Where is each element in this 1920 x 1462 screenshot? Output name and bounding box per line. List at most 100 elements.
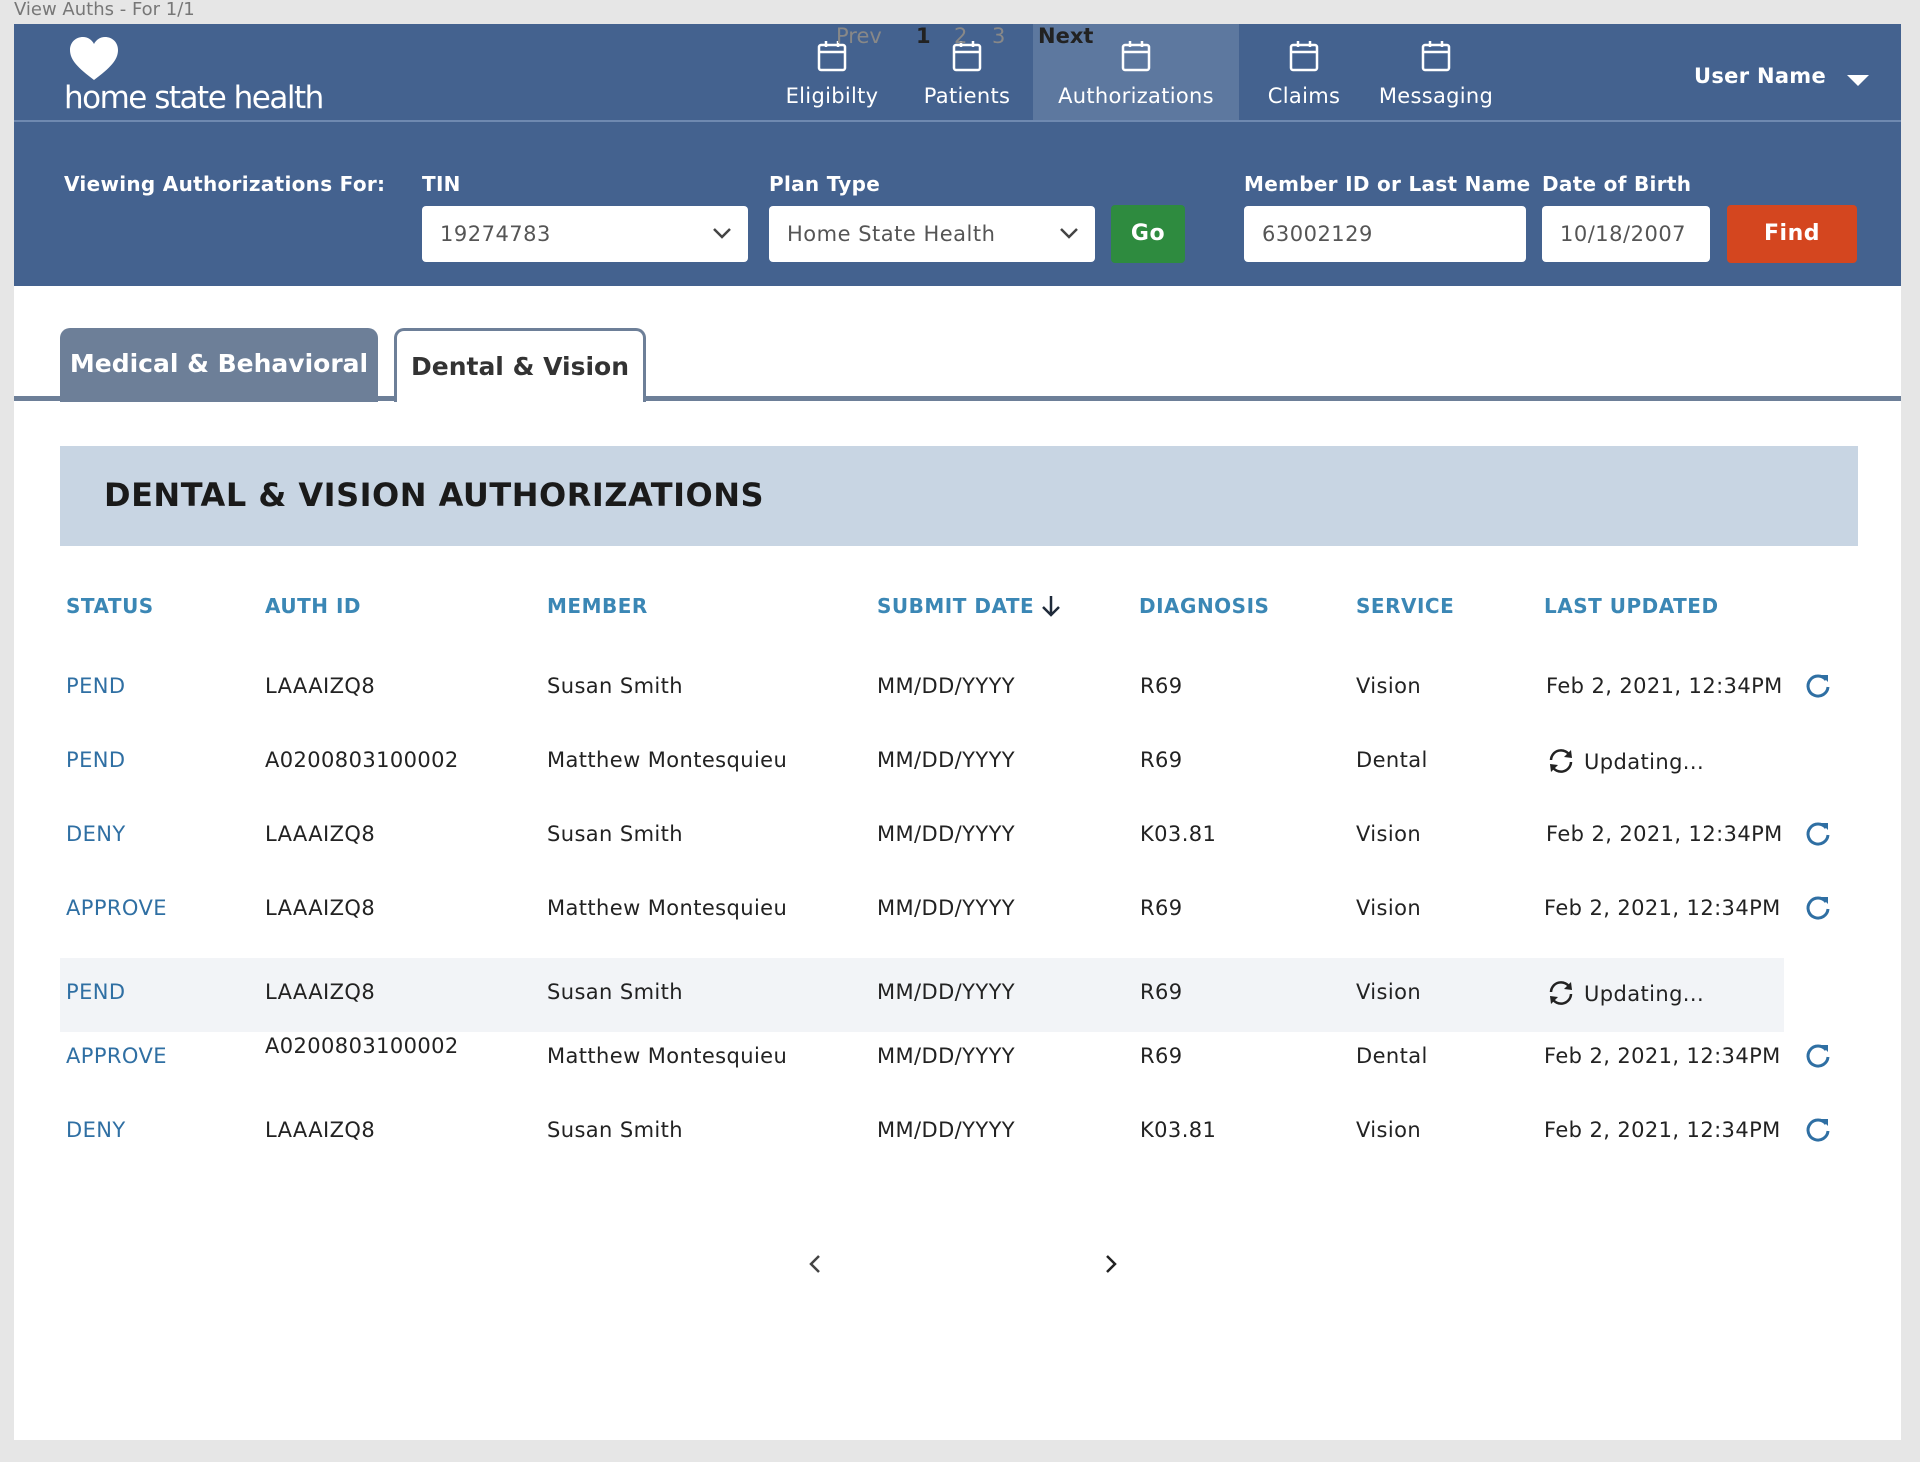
section-title: DENTAL & VISION AUTHORIZATIONS xyxy=(104,476,765,514)
prev-page-link[interactable]: Prev xyxy=(836,24,882,48)
service-cell: Vision xyxy=(1356,674,1422,698)
calendar-icon xyxy=(1421,41,1451,72)
nav-label: Eligibilty xyxy=(785,84,879,108)
column-header-diagnosis[interactable]: DIAGNOSIS xyxy=(1139,594,1269,618)
plan-type-value: Home State Health xyxy=(787,222,996,246)
syncing-icon xyxy=(1549,749,1573,773)
chevron-right-icon[interactable] xyxy=(1104,1254,1118,1274)
last-updated-cell: Feb 2, 2021, 12:34PM xyxy=(1544,896,1781,920)
tab-dental-vision[interactable]: Dental & Vision xyxy=(394,328,646,402)
member-cell: Matthew Montesquieu xyxy=(547,896,788,920)
user-menu[interactable]: User Name xyxy=(1694,64,1826,88)
nav-label: Authorizations xyxy=(1058,84,1214,108)
dob-value: 10/18/2007 xyxy=(1560,222,1687,246)
plan-type-select[interactable]: Home State Health xyxy=(769,206,1095,262)
caret-down-icon[interactable] xyxy=(1846,74,1870,88)
brand-name: home state health xyxy=(64,80,324,116)
last-updated-cell: Updating... xyxy=(1546,980,1704,1006)
diagnosis-cell: K03.81 xyxy=(1140,1118,1217,1142)
last-updated-cell: Feb 2, 2021, 12:34PM xyxy=(1544,1118,1781,1142)
auth-id-cell: LAAAIZQ8 xyxy=(265,822,376,846)
auth-id-cell: A0200803100002 xyxy=(265,1034,459,1058)
status-link[interactable]: APPROVE xyxy=(66,896,167,920)
chevron-left-icon[interactable] xyxy=(808,1254,822,1274)
updating-text: Updating... xyxy=(1584,750,1705,774)
auth-id-cell: A0200803100002 xyxy=(265,748,459,772)
refresh-icon[interactable] xyxy=(1804,820,1832,848)
sort-arrow-down-icon xyxy=(1042,596,1061,617)
page-link-2[interactable]: 2 xyxy=(954,24,967,48)
column-header-service[interactable]: SERVICE xyxy=(1356,594,1454,618)
next-page-link[interactable]: Next xyxy=(1038,24,1093,48)
brand-logo[interactable]: home state health xyxy=(64,36,324,116)
nav-label: Patients xyxy=(923,84,1011,108)
submit-date-cell: MM/DD/YYYY xyxy=(877,980,1016,1004)
page-link-1[interactable]: 1 xyxy=(916,24,931,48)
service-cell: Vision xyxy=(1356,980,1422,1004)
column-header-auth-id[interactable]: AUTH ID xyxy=(265,594,361,618)
status-link[interactable]: DENY xyxy=(66,822,126,846)
chevron-down-icon xyxy=(713,228,731,239)
column-header-status[interactable]: STATUS xyxy=(66,594,154,618)
status-link[interactable]: DENY xyxy=(66,1118,126,1142)
diagnosis-cell: R69 xyxy=(1140,980,1183,1004)
chevron-down-icon xyxy=(1060,228,1078,239)
table-row[interactable]: APPROVE A0200803100002 Matthew Montesqui… xyxy=(60,1020,1830,1094)
diagnosis-cell: R69 xyxy=(1140,1044,1183,1068)
status-link[interactable]: PEND xyxy=(66,980,125,1004)
auth-id-cell: LAAAIZQ8 xyxy=(265,674,376,698)
member-cell: Matthew Montesquieu xyxy=(547,748,788,772)
tab-medical-behavioral[interactable]: Medical & Behavioral xyxy=(60,328,378,402)
table-row[interactable]: APPROVE LAAAIZQ8 Matthew Montesquieu MM/… xyxy=(60,872,1830,946)
service-cell: Vision xyxy=(1356,1118,1422,1142)
tin-label: TIN xyxy=(422,172,461,196)
submit-date-cell: MM/DD/YYYY xyxy=(877,822,1016,846)
table-row[interactable]: PEND A0200803100002 Matthew Montesquieu … xyxy=(60,724,1784,798)
status-link[interactable]: PEND xyxy=(66,674,125,698)
member-cell: Susan Smith xyxy=(547,674,683,698)
refresh-icon[interactable] xyxy=(1804,1042,1832,1070)
nav-messaging[interactable]: Messaging xyxy=(1366,24,1506,120)
last-updated-cell: Updating... xyxy=(1546,748,1704,774)
submit-date-cell: MM/DD/YYYY xyxy=(877,748,1016,772)
member-id-input[interactable]: 63002129 xyxy=(1244,206,1526,262)
service-cell: Vision xyxy=(1356,822,1422,846)
diagnosis-cell: K03.81 xyxy=(1140,822,1217,846)
diagnosis-cell: R69 xyxy=(1140,896,1183,920)
page-link-3[interactable]: 3 xyxy=(992,24,1005,48)
refresh-icon[interactable] xyxy=(1804,672,1832,700)
last-updated-cell: Feb 2, 2021, 12:34PM xyxy=(1544,1044,1781,1068)
status-link[interactable]: PEND xyxy=(66,748,125,772)
column-header-member[interactable]: MEMBER xyxy=(547,594,648,618)
column-header-submit-date[interactable]: SUBMIT DATE xyxy=(877,594,1062,618)
submit-date-cell: MM/DD/YYYY xyxy=(877,1044,1016,1068)
refresh-icon[interactable] xyxy=(1804,1116,1832,1144)
submit-date-cell: MM/DD/YYYY xyxy=(877,1118,1016,1142)
member-cell: Susan Smith xyxy=(547,980,683,1004)
table-row[interactable]: DENY LAAAIZQ8 Susan Smith MM/DD/YYYY K03… xyxy=(60,798,1830,872)
member-id-label: Member ID or Last Name xyxy=(1244,172,1531,196)
dob-label: Date of Birth xyxy=(1542,172,1692,196)
member-cell: Susan Smith xyxy=(547,822,683,846)
service-cell: Vision xyxy=(1356,896,1422,920)
column-header-last-updated[interactable]: LAST UPDATED xyxy=(1544,594,1719,618)
submit-date-label: SUBMIT DATE xyxy=(877,594,1035,618)
diagnosis-cell: R69 xyxy=(1140,674,1183,698)
member-id-value: 63002129 xyxy=(1262,222,1373,246)
nav-claims[interactable]: Claims xyxy=(1244,24,1364,120)
table-row[interactable]: PEND LAAAIZQ8 Susan Smith MM/DD/YYYY R69… xyxy=(60,650,1830,724)
find-button[interactable]: Find xyxy=(1727,205,1857,263)
window-title: View Auths - For 1/1 xyxy=(14,0,195,20)
tin-select[interactable]: 19274783 xyxy=(422,206,748,262)
auth-id-cell: LAAAIZQ8 xyxy=(265,1118,376,1142)
status-link[interactable]: APPROVE xyxy=(66,1044,167,1068)
table-row[interactable]: DENY LAAAIZQ8 Susan Smith MM/DD/YYYY K03… xyxy=(60,1094,1830,1168)
submit-date-cell: MM/DD/YYYY xyxy=(877,674,1016,698)
refresh-icon[interactable] xyxy=(1804,894,1832,922)
tin-value: 19274783 xyxy=(440,222,551,246)
member-cell: Matthew Montesquieu xyxy=(547,1044,788,1068)
nav-label: Claims xyxy=(1267,84,1341,108)
nav-label: Messaging xyxy=(1378,84,1494,108)
dob-input[interactable]: 10/18/2007 xyxy=(1542,206,1710,262)
go-button[interactable]: Go xyxy=(1111,205,1185,263)
